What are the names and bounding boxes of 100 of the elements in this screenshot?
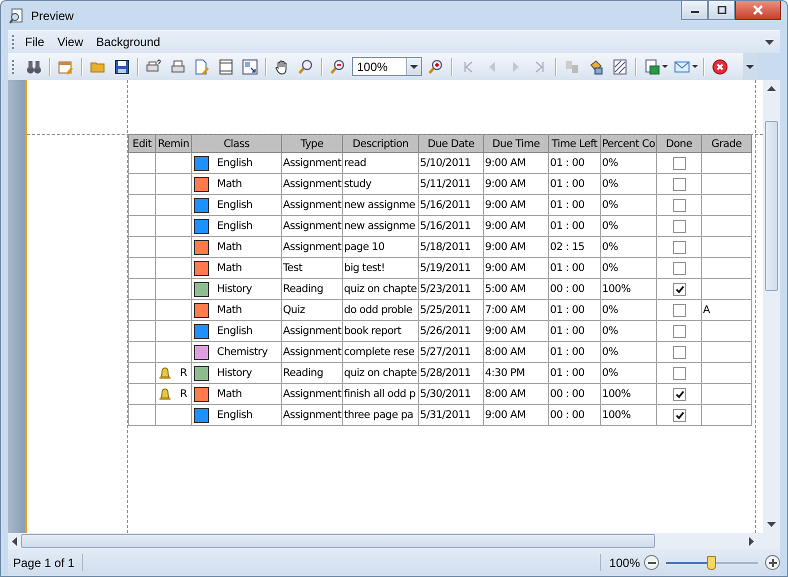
done-checkbox[interactable] [673, 198, 686, 212]
caret-icon[interactable] [765, 40, 774, 44]
column-header: Class [192, 134, 282, 152]
caret-icon[interactable] [662, 65, 668, 68]
table-cell: 5/19/2011 [418, 258, 484, 278]
table-cell: Assignment [282, 236, 342, 258]
maximize-button[interactable] [708, 1, 735, 20]
table-cell: book report [342, 320, 418, 342]
minimize-button[interactable] [681, 1, 708, 20]
table-cell: 9:00 AM [484, 194, 548, 216]
table-cell: 01 : 00 [548, 174, 600, 194]
done-checkbox[interactable] [673, 388, 686, 400]
table-cell: 01 : 00 [548, 152, 600, 174]
zoom-out-button[interactable] [644, 555, 659, 570]
table-cell: 100% [600, 384, 656, 404]
done-checkbox[interactable] [673, 178, 686, 190]
done-checkbox[interactable] [673, 408, 686, 422]
table-cell: Assignment [282, 152, 342, 174]
zoom-combo-box[interactable]: 100% [352, 57, 422, 76]
zoom-in-button[interactable] [765, 555, 780, 570]
class-name: Math [217, 262, 242, 274]
caret-icon [410, 64, 418, 68]
done-checkbox[interactable] [673, 220, 686, 232]
plus-icon [768, 558, 776, 566]
table-cell: quiz on chapte [342, 278, 418, 300]
table-cell: 4:30 PM [484, 362, 548, 384]
table-cell: 01 : 00 [548, 194, 600, 216]
vertical-scrollbar[interactable] [763, 80, 780, 533]
table-cell: new assignme [342, 216, 418, 236]
calendar-wrench-icon[interactable] [56, 58, 76, 74]
done-checkbox[interactable] [673, 262, 686, 274]
done-checkbox[interactable] [673, 282, 686, 296]
table-cell: 5/16/2011 [418, 194, 484, 216]
table-cell: Assignment [282, 194, 342, 216]
table-cell: 5/26/2011 [418, 320, 484, 342]
scroll-down-arrow-icon[interactable] [767, 522, 776, 527]
class-name: English [217, 325, 252, 337]
table-cell: Assignment [282, 216, 342, 236]
table-cell: 0% [600, 236, 656, 258]
table-cell: Assignment [282, 342, 342, 362]
table-cell [128, 300, 156, 320]
close-icon [752, 5, 764, 15]
class-name: Math [217, 388, 242, 400]
done-checkbox[interactable] [673, 366, 686, 380]
reminder-label: R [180, 388, 187, 400]
binoculars-icon[interactable] [24, 58, 44, 74]
table-cell [128, 174, 156, 194]
table-cell: page 10 [342, 236, 418, 258]
resize-page-icon[interactable] [240, 58, 260, 74]
class-name: English [217, 220, 252, 232]
table-cell: 0% [600, 320, 656, 342]
table-cell: 00 : 00 [548, 384, 600, 404]
table-cell: 5/10/2011 [418, 152, 484, 174]
done-checkbox[interactable] [673, 156, 686, 170]
done-checkbox[interactable] [673, 346, 686, 358]
caret-icon[interactable] [746, 64, 754, 68]
class-name: Chemistry [217, 346, 268, 358]
menu-item[interactable]: Background [95, 35, 162, 49]
column-header: Edit [128, 134, 156, 152]
table-cell: 0% [600, 194, 656, 216]
table-cell: 9:00 AM [484, 216, 548, 236]
table-cell: 0% [600, 152, 656, 174]
table-cell: 01 : 00 [548, 342, 600, 362]
menu-item[interactable]: File [24, 35, 46, 49]
table-cell: 0% [600, 216, 656, 236]
scroll-left-arrow-icon[interactable] [12, 536, 17, 546]
table-cell: Quiz [282, 300, 342, 320]
close-button[interactable] [735, 1, 781, 20]
done-checkbox[interactable] [673, 240, 686, 254]
table-cell: 01 : 00 [548, 362, 600, 384]
table-cell: 0% [600, 174, 656, 194]
table-cell [128, 404, 156, 426]
done-checkbox[interactable] [673, 304, 686, 316]
menu-item[interactable]: View [56, 35, 84, 49]
done-checkbox[interactable] [673, 324, 686, 338]
table-cell: study [342, 174, 418, 194]
caret-icon[interactable] [692, 65, 698, 68]
class-name: History [217, 283, 252, 295]
scroll-right-arrow-icon[interactable] [749, 536, 754, 546]
close-icon[interactable] [710, 58, 730, 74]
table-cell: 00 : 00 [548, 404, 600, 426]
table-cell: A [702, 300, 752, 320]
zoom-percentage: 100% [609, 556, 640, 570]
table-cell: 5/27/2011 [418, 342, 484, 362]
table-cell: Reading [282, 362, 342, 384]
table-cell: Assignment [282, 174, 342, 194]
scroll-up-arrow-icon[interactable] [767, 86, 776, 91]
table-cell: finish all odd p [342, 384, 418, 404]
table-cell [128, 236, 156, 258]
table-cell: do odd proble [342, 300, 418, 320]
table-cell: 100% [600, 404, 656, 426]
table-cell: 5/31/2011 [418, 404, 484, 426]
printer-question-icon[interactable] [144, 58, 164, 74]
maximize-icon [716, 6, 726, 14]
envelope-icon[interactable] [672, 58, 692, 74]
column-header: Due Date [418, 134, 484, 152]
zoom-slider[interactable] [666, 554, 758, 570]
page-indicator: Page 1 of 1 [12, 556, 74, 570]
column-header: Done [656, 134, 702, 152]
slider-thumb[interactable] [707, 556, 716, 570]
